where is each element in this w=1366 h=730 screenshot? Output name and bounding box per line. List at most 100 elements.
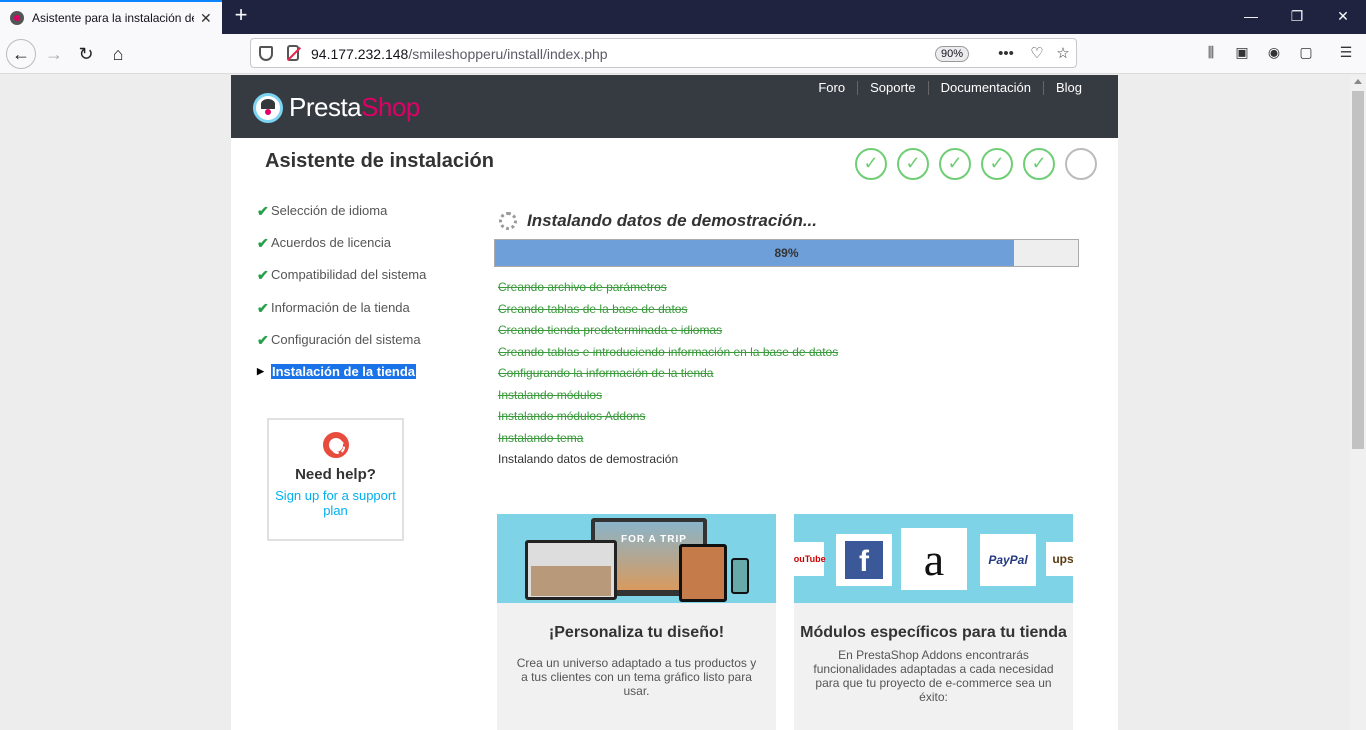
installing-heading: Instalando datos de demostración... bbox=[499, 211, 817, 231]
puffin-logo-icon bbox=[253, 92, 283, 123]
site-header: PrestaShop Foro Soporte Documentación Bl… bbox=[231, 75, 1118, 138]
step-label: Acuerdos de licencia bbox=[271, 235, 391, 251]
support-plan-link[interactable]: Sign up for a support plan bbox=[269, 488, 402, 518]
step-label: Información de la tienda bbox=[271, 299, 410, 315]
steps-list: ✔ Selección de idioma ✔ Acuerdos de licenci… bbox=[257, 203, 426, 396]
step-complete-icon: ✓ bbox=[1023, 148, 1055, 180]
url-host: 94.177.232.148 bbox=[311, 46, 409, 62]
checkmark-icon: ✔ bbox=[257, 203, 269, 219]
theme-card-title: ¡Personaliza tu diseño! bbox=[548, 624, 725, 641]
step-label: Compatibilidad del sistema bbox=[271, 267, 427, 283]
library-icon[interactable]: ⫼ bbox=[1201, 44, 1221, 64]
step-item: ✔ Configuración del sistema bbox=[257, 332, 426, 364]
youtube-logo: YouTube bbox=[794, 542, 826, 576]
sidebar-icon[interactable]: ▣ bbox=[1232, 44, 1252, 64]
restore-icon[interactable]: ❐ bbox=[1287, 6, 1307, 26]
browser-tab[interactable]: Asistente para la instalación de ✕ bbox=[0, 0, 222, 34]
step-item: ✔ Compatibilidad del sistema bbox=[257, 267, 426, 299]
step-label: Selección de idioma bbox=[271, 203, 388, 218]
extension-icon[interactable]: ▢ bbox=[1296, 44, 1316, 64]
browser-titlebar: Asistente para la instalación de ✕ + — ❐… bbox=[0, 0, 1366, 34]
browser-navbar: ← → ↻ ⌂ 94.177.232.148/smileshopperu/ins… bbox=[0, 34, 1366, 74]
prestashop-logo[interactable]: PrestaShop bbox=[253, 92, 420, 123]
task-item: Creando tablas e introduciendo informaci… bbox=[498, 344, 839, 359]
task-item: Instalando datos de demostración bbox=[498, 452, 679, 466]
lifebuoy-icon bbox=[322, 432, 349, 458]
scroll-up-icon[interactable] bbox=[1354, 79, 1362, 84]
top-nav: Foro Soporte Documentación Blog bbox=[806, 81, 1094, 95]
home-button[interactable]: ⌂ bbox=[106, 42, 130, 66]
url-path: /smileshopperu/install/index.php bbox=[408, 46, 608, 62]
devices-image: FOR A TRIP bbox=[497, 514, 776, 603]
checkmark-icon: ✔ bbox=[257, 235, 269, 252]
installer-page: PrestaShop Foro Soporte Documentación Bl… bbox=[231, 75, 1118, 730]
amazon-logo: a bbox=[901, 528, 967, 590]
url-text[interactable]: 94.177.232.148/smileshopperu/install/ind… bbox=[311, 46, 608, 62]
step-complete-icon: ✓ bbox=[855, 148, 887, 180]
nav-soporte[interactable]: Soporte bbox=[857, 81, 928, 95]
tracking-shield-icon[interactable] bbox=[259, 46, 273, 61]
task-item: Instalando módulos Addons bbox=[498, 409, 646, 423]
task-item: Configurando la información de la tienda bbox=[498, 366, 714, 380]
prestashop-favicon-icon bbox=[10, 11, 24, 25]
logo-text-shop: Shop bbox=[361, 92, 420, 122]
url-bar[interactable]: 94.177.232.148/smileshopperu/install/ind… bbox=[250, 38, 1077, 68]
reload-button[interactable]: ↻ bbox=[74, 42, 98, 66]
installing-heading-text: Instalando datos de demostración... bbox=[527, 211, 817, 230]
step-label: Instalación de la tienda bbox=[271, 363, 417, 379]
help-box: Need help? Sign up for a support plan bbox=[267, 418, 404, 541]
task-item: Instalando módulos bbox=[498, 387, 603, 402]
screen-caption: FOR A TRIP bbox=[621, 534, 687, 545]
ups-logo: ups bbox=[1046, 542, 1073, 576]
step-pending-icon bbox=[1065, 148, 1097, 180]
tab-title: Asistente para la instalación de bbox=[32, 11, 194, 25]
brand-logos-image: YouTube f a PayPal ups bbox=[794, 514, 1073, 603]
addons-card-text: En PrestaShop Addons encontrarás funcion… bbox=[813, 648, 1054, 704]
page-scrollbar[interactable] bbox=[1350, 75, 1366, 730]
step-item: ✔ Acuerdos de licencia bbox=[257, 235, 426, 267]
step-complete-icon: ✓ bbox=[897, 148, 929, 180]
bookmark-star-icon[interactable]: ☆ bbox=[1053, 44, 1073, 64]
checkmark-icon: ✔ bbox=[257, 299, 269, 316]
theme-card-text: Crea un universo adaptado a tus producto… bbox=[516, 656, 757, 698]
nav-documentacion[interactable]: Documentación bbox=[927, 81, 1043, 95]
checkmark-icon: ✔ bbox=[257, 331, 269, 348]
scroll-thumb[interactable] bbox=[1352, 91, 1364, 449]
step-item: ✔ Selección de idioma bbox=[257, 203, 426, 235]
step-item: ✔ Información de la tienda bbox=[257, 300, 426, 332]
task-item: Instalando tema bbox=[498, 430, 584, 445]
step-complete-icon: ✓ bbox=[939, 148, 971, 180]
close-tab-icon[interactable]: ✕ bbox=[200, 10, 212, 27]
close-window-icon[interactable]: ✕ bbox=[1333, 6, 1353, 26]
back-button[interactable]: ← bbox=[6, 39, 36, 69]
nav-foro[interactable]: Foro bbox=[806, 81, 857, 95]
minimize-icon[interactable]: — bbox=[1241, 6, 1261, 26]
page-title: Asistente de instalación bbox=[265, 150, 494, 172]
progress-label: 89% bbox=[774, 246, 799, 260]
step-complete-icon: ✓ bbox=[981, 148, 1013, 180]
paypal-logo: PayPal bbox=[980, 534, 1036, 586]
loading-spinner-icon bbox=[499, 212, 517, 230]
task-item: Creando tienda predeterminada e idiomas bbox=[498, 323, 723, 337]
nav-blog[interactable]: Blog bbox=[1042, 81, 1094, 95]
addons-card-title: Módulos específicos para tu tienda bbox=[800, 624, 1067, 641]
account-icon[interactable]: ◉ bbox=[1264, 44, 1284, 64]
theme-card: FOR A TRIP ¡Personaliza tu diseño! Crea … bbox=[497, 514, 776, 730]
facebook-logo: f bbox=[845, 541, 883, 579]
logo-text-presta: Presta bbox=[289, 92, 362, 122]
current-step-arrow-icon: ▶ bbox=[257, 365, 264, 376]
help-title: Need help? bbox=[295, 466, 376, 483]
step-item: ▶ Instalación de la tienda bbox=[257, 363, 426, 396]
addons-card: YouTube f a PayPal ups Módulos específic… bbox=[794, 514, 1073, 730]
zoom-indicator[interactable]: 90% bbox=[935, 46, 969, 62]
menu-icon[interactable]: ☰ bbox=[1336, 44, 1356, 64]
insecure-lock-icon[interactable] bbox=[287, 45, 299, 61]
forward-button[interactable]: → bbox=[42, 42, 66, 66]
task-item: Creando archivo de parámetros bbox=[498, 280, 667, 294]
page-actions-icon[interactable]: ••• bbox=[996, 44, 1016, 64]
step-label: Configuración del sistema bbox=[271, 331, 421, 347]
checkmark-icon: ✔ bbox=[257, 267, 269, 284]
new-tab-button[interactable]: + bbox=[230, 4, 252, 28]
page-viewport: PrestaShop Foro Soporte Documentación Bl… bbox=[0, 75, 1350, 730]
pocket-icon[interactable]: ♡ bbox=[1027, 44, 1047, 64]
